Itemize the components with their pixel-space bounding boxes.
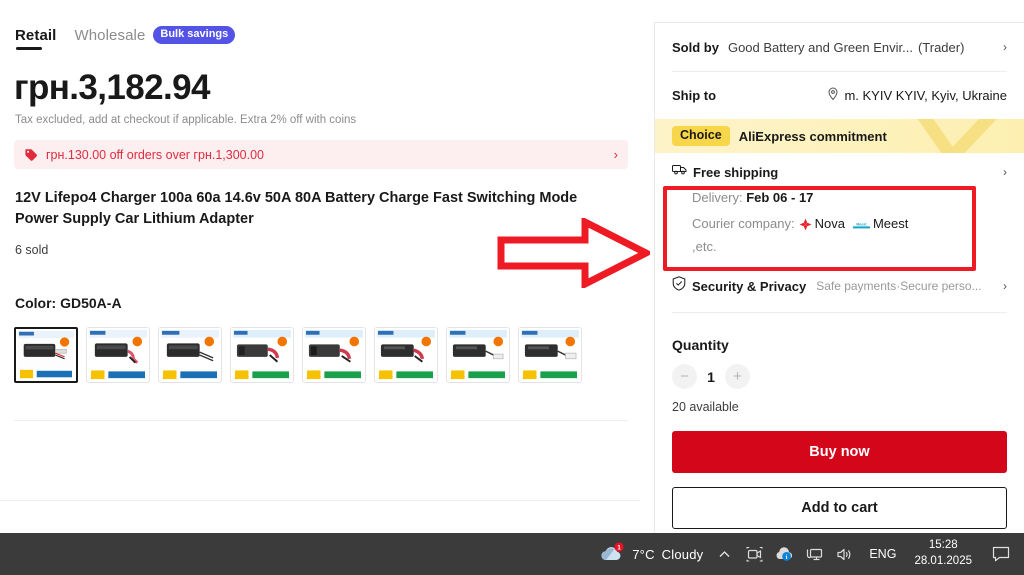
delivery-date-line: Delivery: Feb 06 - 17 [672,190,1007,205]
volume-icon[interactable] [829,537,859,571]
price-tag-icon [24,148,38,162]
checkmark-swoosh-icon [917,119,997,153]
product-detail-left-column: Retail Wholesale Bulk savings грн.3,182.… [0,0,654,533]
choice-commitment-text: AliExpress commitment [738,128,887,144]
security-privacy-row[interactable]: Security & Privacy Safe payments·Secure … [672,276,1007,296]
taskbar-weather-widget[interactable]: 1 7°C Cloudy [593,541,709,567]
truck-icon [672,163,687,181]
variant-thumb-8[interactable] [518,327,582,383]
page-root: Retail Wholesale Bulk savings грн.3,182.… [0,0,1024,575]
clock-time: 15:28 [928,539,958,552]
variant-thumb-5[interactable] [302,327,366,383]
weather-temperature: 7°C [632,546,655,562]
sold-by-row[interactable]: Sold by Good Battery and Green Envir... … [672,23,1007,71]
security-privacy-subtitle: Safe payments·Secure perso... [816,279,982,294]
variant-thumbnail-list [14,327,582,383]
chevron-right-icon: › [1003,279,1007,294]
variant-thumb-1[interactable] [14,327,78,383]
nova-poshta-icon [799,217,812,237]
product-title: 12V Lifepo4 Charger 100a 60a 14.6v 50A 8… [15,190,578,228]
courier-name-meest: Meest [872,216,909,231]
tab-retail-label: Retail [15,26,57,44]
delivery-label: Delivery: [692,190,743,205]
quantity-decrease-button[interactable]: − [672,364,697,390]
chevron-right-icon: › [1003,40,1007,54]
taskbar-clock[interactable]: 15:28 28.01.2025 [906,538,980,569]
coupon-text: грн.130.00 off orders over грн.1,300.00 [46,147,264,162]
language-indicator[interactable]: ENG [859,547,906,561]
meest-icon: Meest [852,216,870,236]
svg-text:i: i [786,554,788,561]
tab-wholesale-label: Wholesale [74,26,146,44]
tab-wholesale[interactable]: Wholesale [74,27,145,50]
price-mode-tabs: Retail Wholesale Bulk savings [15,26,236,50]
network-icon[interactable] [799,537,829,571]
svg-text:Meest: Meest [856,223,867,227]
variant-thumb-7[interactable] [446,327,510,383]
seller-trader-tag: (Trader) [917,39,965,55]
purchase-panel: Sold by Good Battery and Green Envir... … [654,22,1024,533]
panel-divider-2 [672,312,1007,314]
onedrive-info-icon[interactable]: i [769,537,799,571]
courier-label: Courier company: [692,216,795,231]
courier-company-line: Courier company: Nova Meest Meest ,etc. [672,214,1007,257]
color-variant-label: Color: GD50A-A [15,295,122,311]
clock-date: 28.01.2025 [914,555,972,567]
add-to-cart-button[interactable]: Add to cart [672,487,1007,530]
free-shipping-label: Free shipping [693,164,779,180]
courier-name-nova: Nova [814,216,845,231]
shipping-details-block: Free shipping › Delivery: Feb 06 - 17 Co… [672,153,1007,257]
weather-description: Cloudy [661,546,704,562]
ship-to-value-wrap: m. KYIV KYIV, Kyiv, Ukraine [827,87,1007,104]
windows-taskbar: 1 7°C Cloudy i ENG 15:28 28.01.2025 [0,533,1024,575]
bulk-savings-badge[interactable]: Bulk savings [153,26,236,44]
chevron-right-icon: › [613,147,618,162]
variant-thumb-6[interactable] [374,327,438,383]
quantity-title: Quantity [672,337,729,354]
free-shipping-row[interactable]: Free shipping › [672,163,1007,181]
quantity-increase-button[interactable]: + [725,364,750,390]
choice-commitment-banner: Choice AliExpress commitment [655,119,1024,153]
chevron-right-icon: › [1003,165,1007,179]
weather-badge-count: 1 [617,544,621,551]
security-privacy-title: Security & Privacy [692,278,807,294]
ship-to-value: m. KYIV KYIV, Kyiv, Ukraine [844,88,1007,103]
screen-recorder-icon[interactable] [739,537,769,571]
stock-available: 20 available [672,400,739,415]
ship-to-row[interactable]: Ship to m. KYIV KYIV, Kyiv, Ukraine [672,72,1007,119]
cloud-weather-icon: 1 [599,541,625,567]
notification-center-icon[interactable] [986,537,1016,571]
sold-by-value: Good Battery and Green Envir... [727,39,913,55]
shield-check-icon [672,276,686,296]
section-divider-1 [14,420,628,421]
tax-note: Tax excluded, add at checkout if applica… [15,114,357,126]
quantity-stepper: − 1 + [672,364,1007,390]
sold-by-label: Sold by [672,39,719,55]
variant-thumb-2[interactable] [86,327,150,383]
choice-pill: Choice [672,126,730,146]
show-hidden-icons-button[interactable] [709,537,739,571]
price-amount: грн.3,182.94 [14,68,210,107]
location-pin-icon [827,87,839,104]
courier-etc: ,etc. [692,239,717,255]
buy-now-button[interactable]: Buy now [672,431,1007,474]
variant-thumb-3[interactable] [158,327,222,383]
tab-retail[interactable]: Retail [15,27,56,50]
sold-count: 6 sold [15,243,49,257]
delivery-value: Feb 06 - 17 [746,190,814,205]
coupon-banner[interactable]: грн.130.00 off orders over грн.1,300.00 … [14,140,628,169]
section-divider-2 [0,500,640,501]
quantity-value[interactable]: 1 [706,369,716,385]
variant-thumb-4[interactable] [230,327,294,383]
ship-to-label: Ship to [672,88,717,103]
